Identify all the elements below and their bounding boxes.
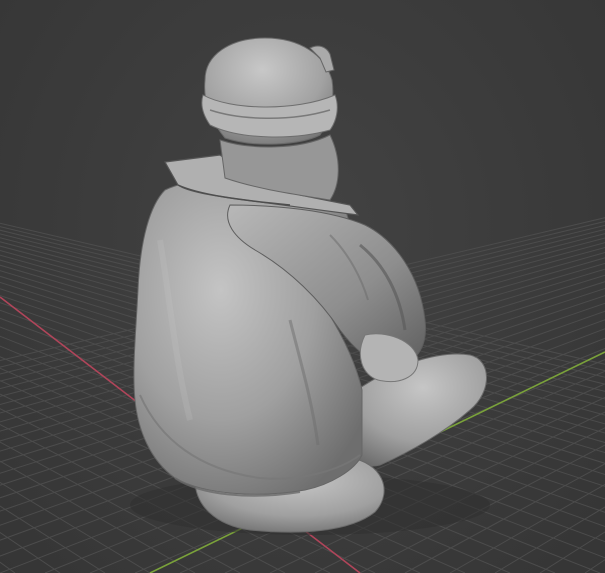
- viewport-scene[interactable]: [0, 0, 605, 573]
- 3d-viewport[interactable]: [0, 0, 605, 573]
- grid-line: [0, 505, 106, 573]
- grid-line: [0, 481, 151, 573]
- grid-line: [539, 531, 605, 573]
- seated-figure-model[interactable]: [130, 37, 490, 535]
- grid-line: [0, 531, 61, 573]
- grid-line: [0, 561, 16, 573]
- model-head: [201, 37, 338, 145]
